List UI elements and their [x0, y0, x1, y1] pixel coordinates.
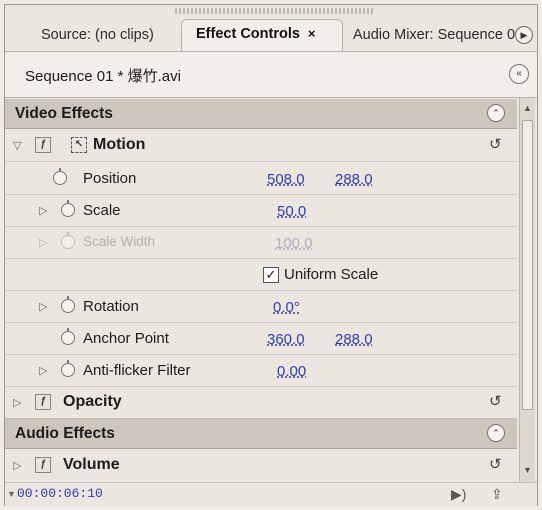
video-effects-title: Video Effects	[15, 105, 113, 122]
scroll-up-arrow-icon[interactable]: ▲	[520, 100, 535, 116]
panel-menu-icon[interactable]: ▶	[515, 26, 533, 44]
uniform-scale-label: Uniform Scale	[284, 266, 379, 283]
tab-effect-controls[interactable]: Effect Controls ×	[181, 19, 343, 53]
expand-triangle-icon[interactable]: ▷	[39, 204, 51, 218]
reset-icon[interactable]: ↺	[489, 393, 505, 411]
anchor-point-y-value[interactable]: 288.0	[335, 331, 373, 348]
uniform-scale-row: ✓ Uniform Scale	[5, 259, 517, 291]
position-row: Position 508.0 288.0	[5, 163, 517, 195]
scale-width-label: Scale Width	[83, 234, 156, 249]
expand-triangle-icon[interactable]: ▷	[13, 396, 25, 410]
motion-label: Motion	[93, 136, 146, 153]
scale-label: Scale	[83, 202, 121, 219]
export-icon[interactable]: ⇪	[491, 486, 503, 503]
tab-effect-controls-label: Effect Controls	[196, 26, 300, 42]
motion-effect-row[interactable]: ▽ ƒ ↖ Motion ↺	[5, 130, 517, 162]
anchor-point-row: Anchor Point 360.0 288.0	[5, 323, 517, 355]
panel-footer: ▼ 00:00:06:10 ▶) ⇪	[5, 482, 537, 506]
close-icon[interactable]: ×	[308, 26, 316, 41]
collapse-up-icon[interactable]: ⌃	[487, 104, 505, 122]
scrollbar-thumb[interactable]	[522, 120, 533, 410]
position-y-value[interactable]: 288.0	[335, 171, 373, 188]
expand-triangle-icon[interactable]: ▷	[39, 300, 51, 314]
expand-triangle-icon: ▷	[39, 237, 48, 249]
timecode-triangle-icon: ▼	[7, 489, 16, 499]
effect-controls-panel: Source: (no clips) Effect Controls × Audi…	[4, 4, 538, 506]
stopwatch-icon[interactable]	[61, 296, 75, 313]
vertical-scrollbar[interactable]: ▲ ▼	[519, 98, 535, 482]
fx-toggle-icon[interactable]: ƒ	[35, 137, 51, 153]
anti-flicker-row: ▷ Anti-flicker Filter 0.00	[5, 355, 517, 387]
volume-effect-row[interactable]: ▷ ƒ Volume ↺	[5, 450, 517, 482]
fx-toggle-icon[interactable]: ƒ	[35, 457, 51, 473]
reset-icon[interactable]: ↺	[489, 456, 505, 474]
position-label: Position	[83, 170, 137, 187]
tab-source-label: Source: (no clips)	[41, 27, 154, 43]
position-x-value[interactable]: 508.0	[267, 171, 305, 188]
scroll-down-arrow-icon[interactable]: ▼	[520, 462, 535, 478]
audio-effects-header: Audio Effects ⌃	[5, 419, 517, 449]
volume-label: Volume	[63, 456, 120, 473]
sequence-clip-label: Sequence 01 * 爆竹.avi	[25, 68, 181, 85]
scale-width-value: 100.0	[275, 235, 313, 252]
collapse-up-icon[interactable]: ⌃	[487, 424, 505, 442]
rotation-label: Rotation	[83, 298, 139, 315]
stopwatch-icon[interactable]	[61, 360, 75, 377]
video-effects-header: Video Effects ⌃	[5, 99, 517, 129]
tab-audio-mixer[interactable]: Audio Mixer: Sequence 0	[353, 21, 519, 51]
motion-transform-icon[interactable]: ↖	[71, 137, 87, 153]
uniform-scale-checkbox[interactable]: ✓	[263, 267, 279, 283]
current-timecode[interactable]: 00:00:06:10	[17, 486, 103, 501]
stopwatch-icon	[61, 232, 75, 249]
expand-triangle-icon[interactable]: ▽	[13, 139, 25, 153]
opacity-label: Opacity	[63, 393, 122, 410]
anchor-point-x-value[interactable]: 360.0	[267, 331, 305, 348]
stopwatch-icon[interactable]	[61, 200, 75, 217]
anti-flicker-value[interactable]: 0.00	[277, 363, 306, 380]
panel-tabs: Source: (no clips) Effect Controls × Audi…	[5, 17, 537, 53]
scale-value[interactable]: 50.0	[277, 203, 306, 220]
stopwatch-icon[interactable]	[53, 168, 67, 185]
scale-row: ▷ Scale 50.0	[5, 195, 517, 227]
panel-drag-grip[interactable]	[175, 8, 375, 14]
stopwatch-icon[interactable]	[61, 328, 75, 345]
expand-triangle-icon[interactable]: ▷	[39, 364, 51, 378]
tab-source[interactable]: Source: (no clips)	[41, 21, 179, 51]
show-timeline-icon[interactable]: «	[509, 64, 529, 84]
play-audio-icon[interactable]: ▶)	[451, 486, 466, 503]
audio-effects-title: Audio Effects	[15, 425, 115, 442]
rotation-row: ▷ Rotation 0.0°	[5, 291, 517, 323]
tab-audio-mixer-label: Audio Mixer: Sequence 0	[353, 27, 516, 43]
fx-toggle-icon[interactable]: ƒ	[35, 394, 51, 410]
sequence-bar: Sequence 01 * 爆竹.avi «	[5, 52, 537, 98]
opacity-effect-row[interactable]: ▷ ƒ Opacity ↺	[5, 387, 517, 419]
scale-width-row: ▷ Scale Width 100.0	[5, 227, 517, 259]
reset-icon[interactable]: ↺	[489, 136, 505, 154]
anti-flicker-label: Anti-flicker Filter	[83, 362, 191, 379]
rotation-value[interactable]: 0.0°	[273, 299, 300, 316]
anchor-point-label: Anchor Point	[83, 330, 169, 347]
expand-triangle-icon[interactable]: ▷	[13, 459, 25, 473]
